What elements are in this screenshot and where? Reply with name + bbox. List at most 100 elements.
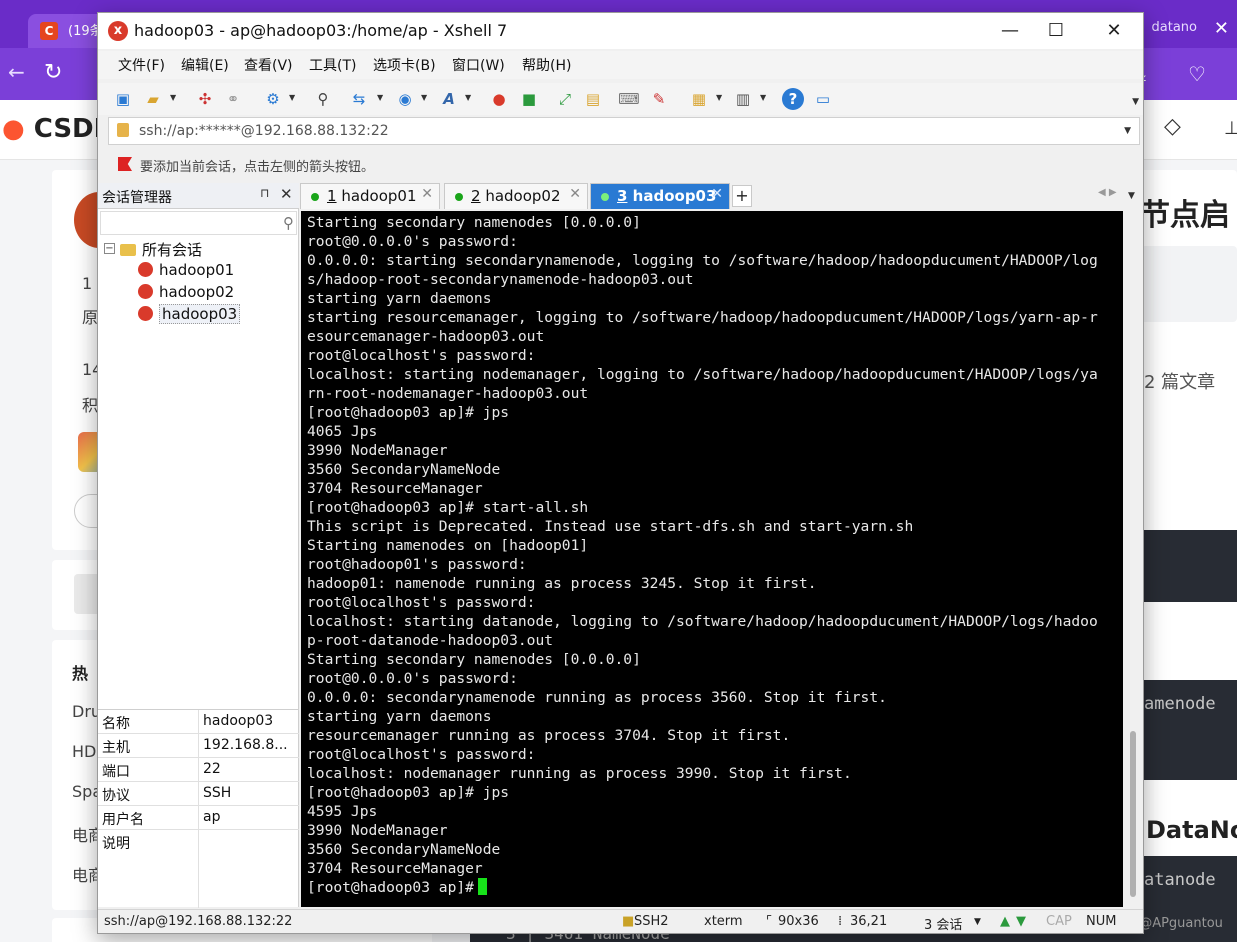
hot-article-link[interactable]: HD	[72, 742, 96, 761]
menu-file[interactable]: 文件(F)	[118, 55, 165, 75]
terminal-line: 4065 Jps	[307, 423, 378, 440]
tab-hadoop01[interactable]: 1 hadoop01 ✕	[300, 183, 440, 209]
close-tab-icon[interactable]: ✕	[421, 186, 433, 202]
code-fragment: atanode	[1144, 870, 1216, 890]
session-properties: 名称 hadoop03 主机 192.168.8... 端口 22 协议 SSH 用户名…	[98, 709, 299, 908]
back-icon[interactable]: ←	[8, 60, 25, 84]
keyboard-icon[interactable]: ⌨	[618, 88, 640, 110]
menu-help[interactable]: 帮助(H)	[522, 55, 571, 75]
tab-label: 3 hadoop03	[617, 187, 716, 205]
browser-tab[interactable]: C (19条	[28, 14, 108, 48]
session-search-input[interactable]: ⚲	[100, 211, 297, 235]
reconnect-icon[interactable]: ✣	[194, 88, 216, 110]
highlight-icon[interactable]: ✎	[648, 88, 670, 110]
tab-hadoop03[interactable]: 3 hadoop03 ✕	[590, 183, 730, 209]
tree-session-hadoop02[interactable]: hadoop02	[138, 283, 234, 303]
terminal-line: root@0.0.0.0's password:	[307, 233, 518, 250]
open-folder-icon[interactable]: ▰	[142, 88, 164, 110]
terminal-line: starting yarn daemons	[307, 708, 492, 725]
property-divider	[198, 710, 199, 733]
title-bar[interactable]: x hadoop03 - ap@hadoop03:/home/ap - Xshe…	[98, 13, 1143, 49]
hint-text: 要添加当前会话，点击左侧的箭头按钮。	[140, 160, 375, 175]
tree-session-hadoop01[interactable]: hadoop01	[138, 261, 234, 281]
chevron-down-icon[interactable]: ▼	[421, 93, 427, 102]
chevron-down-icon[interactable]: ▼	[974, 917, 981, 927]
search-icon[interactable]: ⚲	[283, 214, 294, 232]
tree-root[interactable]: 所有会话	[120, 239, 202, 259]
help-icon[interactable]: ?	[782, 88, 804, 110]
globe-icon[interactable]: ◉	[394, 88, 416, 110]
window-layout-icon[interactable]: ▥	[732, 88, 754, 110]
layout-icon[interactable]: ▦	[688, 88, 710, 110]
add-tab-button[interactable]: +	[732, 185, 752, 207]
font-icon[interactable]: A	[438, 88, 460, 110]
property-key: 端口	[102, 764, 130, 780]
tab-list-icon[interactable]: ▼	[1128, 191, 1135, 201]
properties-icon[interactable]: ⚙	[262, 88, 284, 110]
menu-tabs[interactable]: 选项卡(B)	[373, 55, 436, 75]
heartbeat-icon[interactable]: ♡	[1188, 62, 1206, 86]
chat-icon[interactable]: ▭	[812, 88, 834, 110]
find-icon[interactable]: ⚲	[312, 88, 334, 110]
status-num: NUM	[1086, 914, 1117, 929]
chevron-down-icon[interactable]: ▼	[170, 93, 176, 102]
address-text[interactable]: ssh://ap:******@192.168.88.132:22	[139, 123, 389, 139]
header-more-icon[interactable]: ⊥	[1224, 118, 1237, 139]
terminal-line: localhost: nodemanager running as proces…	[307, 765, 852, 782]
maximize-button[interactable]: ☐	[1036, 19, 1076, 43]
tab-scroll-arrows-icon[interactable]: ◀ ▶	[1098, 187, 1117, 198]
terminal-output[interactable]: Starting secondary namenodes [0.0.0.0] r…	[301, 211, 1123, 907]
menu-window[interactable]: 窗口(W)	[452, 55, 505, 75]
property-key: 名称	[102, 716, 130, 732]
chevron-down-icon[interactable]: ▼	[1124, 126, 1131, 136]
close-button[interactable]: ✕	[1094, 19, 1134, 43]
reload-icon[interactable]: ↻	[44, 60, 62, 85]
menu-view[interactable]: 查看(V)	[244, 55, 293, 75]
new-session-icon[interactable]: ▣	[112, 88, 134, 110]
close-icon[interactable]: ✕	[280, 185, 293, 203]
browser-tab-close-icon[interactable]: ✕	[1214, 18, 1229, 39]
address-bar[interactable]: ssh://ap:******@192.168.88.132:22 ▼	[108, 117, 1140, 145]
property-key: 用户名	[102, 812, 144, 828]
chevron-down-icon[interactable]: ▼	[465, 93, 471, 102]
session-manager: 会话管理器 ⊓ ✕ ⚲ − 所有会话 hadoop01 hadoop02 had…	[98, 183, 299, 908]
xftp-icon[interactable]: ■	[518, 88, 540, 110]
chevron-down-icon[interactable]: ▼	[289, 93, 295, 102]
terminal-scrollbar[interactable]	[1123, 211, 1143, 907]
tree-session-hadoop03[interactable]: hadoop03	[138, 304, 241, 325]
menu-edit[interactable]: 编辑(E)	[181, 55, 229, 75]
toolbar-more-icon[interactable]: ▼	[1132, 97, 1139, 107]
terminal-prompt-line[interactable]: [root@hadoop03 ap]#	[307, 878, 1123, 897]
tab-number: 2	[471, 187, 481, 205]
collapse-toggle[interactable]: −	[104, 243, 115, 254]
status-sessions[interactable]: 3 会话	[924, 914, 962, 933]
tab-hadoop02[interactable]: 2 hadoop02 ✕	[444, 183, 588, 209]
chevron-down-icon[interactable]: ▼	[760, 93, 766, 102]
chevron-down-icon[interactable]: ▼	[716, 93, 722, 102]
browser-tab-right-label[interactable]: datano	[1152, 20, 1197, 35]
terminal-line: 4595 Jps	[307, 803, 378, 820]
terminal-line: localhost: starting datanode, logging to…	[307, 613, 1098, 630]
bookmark-flag-icon[interactable]	[118, 157, 132, 171]
session-icon	[138, 284, 153, 299]
minimize-button[interactable]: —	[990, 19, 1030, 43]
disconnect-icon[interactable]: ⚭	[222, 88, 244, 110]
property-row: 端口 22	[98, 758, 299, 782]
xshell-icon[interactable]: ●	[488, 88, 510, 110]
status-term-type: xterm	[704, 914, 743, 929]
xshell-app-icon[interactable]: x	[108, 21, 128, 41]
lock-icon[interactable]: ▤	[582, 88, 604, 110]
terminal-line: [root@hadoop03 ap]# start-all.sh	[307, 499, 589, 516]
transfer-icon[interactable]: ⇆	[348, 88, 370, 110]
fullscreen-icon[interactable]: ⤢	[554, 88, 576, 110]
pin-icon[interactable]: ⊓	[260, 186, 269, 200]
close-tab-icon[interactable]: ✕	[711, 186, 723, 202]
property-value: hadoop03	[203, 713, 274, 729]
close-tab-icon[interactable]: ✕	[569, 186, 581, 202]
vip-diamond-icon[interactable]: ◇	[1164, 114, 1181, 139]
scrollbar-thumb[interactable]	[1130, 731, 1136, 897]
chevron-down-icon[interactable]: ▼	[377, 93, 383, 102]
terminal-line: 3560 SecondaryNameNode	[307, 841, 501, 858]
menu-tools[interactable]: 工具(T)	[309, 55, 356, 75]
terminal-line: 3990 NodeManager	[307, 822, 448, 839]
